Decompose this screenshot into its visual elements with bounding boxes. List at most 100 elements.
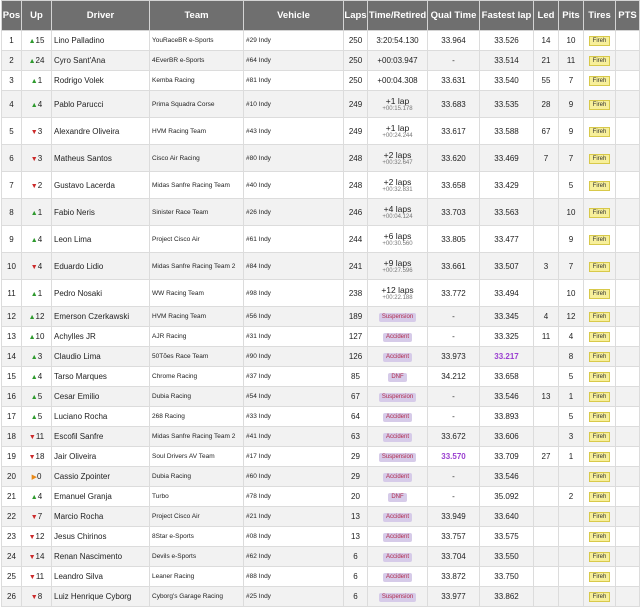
header-driver[interactable]: Driver <box>51 0 150 31</box>
pts-cell <box>615 50 640 71</box>
fastest-lap-cell: 33.477 <box>479 225 534 253</box>
time-retired: +4 laps <box>383 203 412 214</box>
driver-cell[interactable]: Achylles JR <box>51 326 150 347</box>
driver-cell[interactable]: Tarso Marques <box>51 366 150 387</box>
driver-cell[interactable]: Cassio Zpointer <box>51 466 150 487</box>
status-badge: Suspension <box>378 393 417 402</box>
header-fastest-lap[interactable]: Fastest lap <box>479 0 534 31</box>
pits-cell <box>558 546 584 567</box>
driver-cell[interactable]: Jair Oliveira <box>51 446 150 467</box>
driver-cell[interactable]: Gustavo Lacerda <box>51 171 150 199</box>
fastest-lap-cell: 33.546 <box>479 466 534 487</box>
qual-time-cell: - <box>427 326 480 347</box>
driver-cell[interactable]: Luciano Rocha <box>51 406 150 427</box>
pts-cell <box>615 486 640 507</box>
tires-cell: Fireh <box>583 198 616 226</box>
qual-time-cell: 33.631 <box>427 70 480 91</box>
led-cell: 13 <box>533 386 559 407</box>
qual-time-cell: - <box>427 466 480 487</box>
header-vehicle[interactable]: Vehicle <box>243 0 344 31</box>
driver-cell[interactable]: Fabio Neris <box>51 198 150 226</box>
driver-cell[interactable]: Jesus Chirinos <box>51 526 150 547</box>
up-cell: ▶0 <box>21 466 52 487</box>
tire-badge: Fireh <box>588 56 611 66</box>
driver-cell[interactable]: Rodrigo Volek <box>51 70 150 91</box>
header-time-retired[interactable]: Time/Retired <box>367 0 428 31</box>
header-up[interactable]: Up <box>21 0 52 31</box>
laps-cell: 189 <box>343 306 368 327</box>
tire-badge: Fireh <box>588 332 611 342</box>
pos-cell: 26 <box>1 586 22 607</box>
time-cell: Accident <box>367 566 428 587</box>
results-body: 1 ▲15 Lino Palladino YouRaceBR e-Sports #29 … <box>1 30 640 607</box>
pts-cell <box>615 466 640 487</box>
driver-cell[interactable]: Escofil Sanfre <box>51 426 150 447</box>
pits-cell: 11 <box>558 50 584 71</box>
pts-cell <box>615 506 640 527</box>
driver-cell[interactable]: Emerson Czerkawski <box>51 306 150 327</box>
driver-cell[interactable]: Leon Lima <box>51 225 150 253</box>
time-cell: +6 laps +00:30.560 <box>367 225 428 253</box>
time-retired: +2 laps <box>383 176 412 187</box>
pits-cell: 7 <box>558 252 584 280</box>
header-pits[interactable]: Pits <box>558 0 584 31</box>
driver-cell[interactable]: Pablo Parucci <box>51 90 150 118</box>
driver-cell[interactable]: Emanuel Granja <box>51 486 150 507</box>
qual-time-cell: - <box>427 486 480 507</box>
laps-cell: 13 <box>343 506 368 527</box>
pts-cell <box>615 30 640 51</box>
positions-gained: 4 <box>37 99 43 109</box>
time-cell: Accident <box>367 526 428 547</box>
vehicle-cell: #08 Indy <box>243 526 344 547</box>
status-badge: Accident <box>382 353 412 362</box>
laps-cell: 85 <box>343 366 368 387</box>
positions-gained: 1 <box>37 207 43 217</box>
up-cell: ▲1 <box>21 70 52 91</box>
team-cell: Prima Squadra Corse <box>149 90 244 118</box>
arrow-up-icon: ▲ <box>30 101 38 109</box>
header-laps[interactable]: Laps <box>343 0 368 31</box>
pits-cell: 10 <box>558 198 584 226</box>
header-team[interactable]: Team <box>149 0 244 31</box>
vehicle-cell: #60 Indy <box>243 466 344 487</box>
time-cell: +00:03.947 <box>367 50 428 71</box>
arrow-down-icon: ▼ <box>30 128 38 136</box>
pts-cell <box>615 70 640 91</box>
header-qual-time[interactable]: Qual Time <box>427 0 480 31</box>
time-cell: 3:20:54.130 <box>367 30 428 51</box>
driver-cell[interactable]: Leandro Silva <box>51 566 150 587</box>
driver-cell[interactable]: Claudio Lima <box>51 346 150 367</box>
driver-cell[interactable]: Cyro Sant'Ana <box>51 50 150 71</box>
up-cell: ▲4 <box>21 366 52 387</box>
vehicle-cell: #29 Indy <box>243 30 344 51</box>
driver-cell[interactable]: Cesar Emilio <box>51 386 150 407</box>
driver-cell[interactable]: Pedro Nosaki <box>51 279 150 307</box>
led-cell: 55 <box>533 70 559 91</box>
qual-time-cell: 33.658 <box>427 171 480 199</box>
header-pos[interactable]: Pos <box>1 0 22 31</box>
header-tires[interactable]: Tires <box>583 0 616 31</box>
driver-cell[interactable]: Lino Palladino <box>51 30 150 51</box>
header-pts[interactable]: PTS <box>615 0 640 31</box>
led-cell: 7 <box>533 144 559 172</box>
driver-cell[interactable]: Alexandre Oliveira <box>51 117 150 145</box>
tire-badge: Fireh <box>588 36 611 46</box>
laps-cell: 249 <box>343 117 368 145</box>
tires-cell: Fireh <box>583 171 616 199</box>
driver-cell[interactable]: Renan Nascimento <box>51 546 150 567</box>
vehicle-cell: #62 Indy <box>243 546 344 567</box>
status-badge: Accident <box>382 333 412 342</box>
team-cell: Cisco Air Racing <box>149 144 244 172</box>
driver-cell[interactable]: Matheus Santos <box>51 144 150 172</box>
qual-time-cell: 33.617 <box>427 117 480 145</box>
driver-cell[interactable]: Marcio Rocha <box>51 506 150 527</box>
qual-time-cell: - <box>427 50 480 71</box>
qual-time-cell: 33.703 <box>427 198 480 226</box>
fastest-lap-cell: 33.709 <box>479 446 534 467</box>
driver-cell[interactable]: Luiz Henrique Cyborg <box>51 586 150 607</box>
pos-cell: 18 <box>1 426 22 447</box>
header-led[interactable]: Led <box>533 0 559 31</box>
led-cell: 11 <box>533 326 559 347</box>
driver-cell[interactable]: Eduardo Lidio <box>51 252 150 280</box>
fastest-lap-cell: 33.469 <box>479 144 534 172</box>
